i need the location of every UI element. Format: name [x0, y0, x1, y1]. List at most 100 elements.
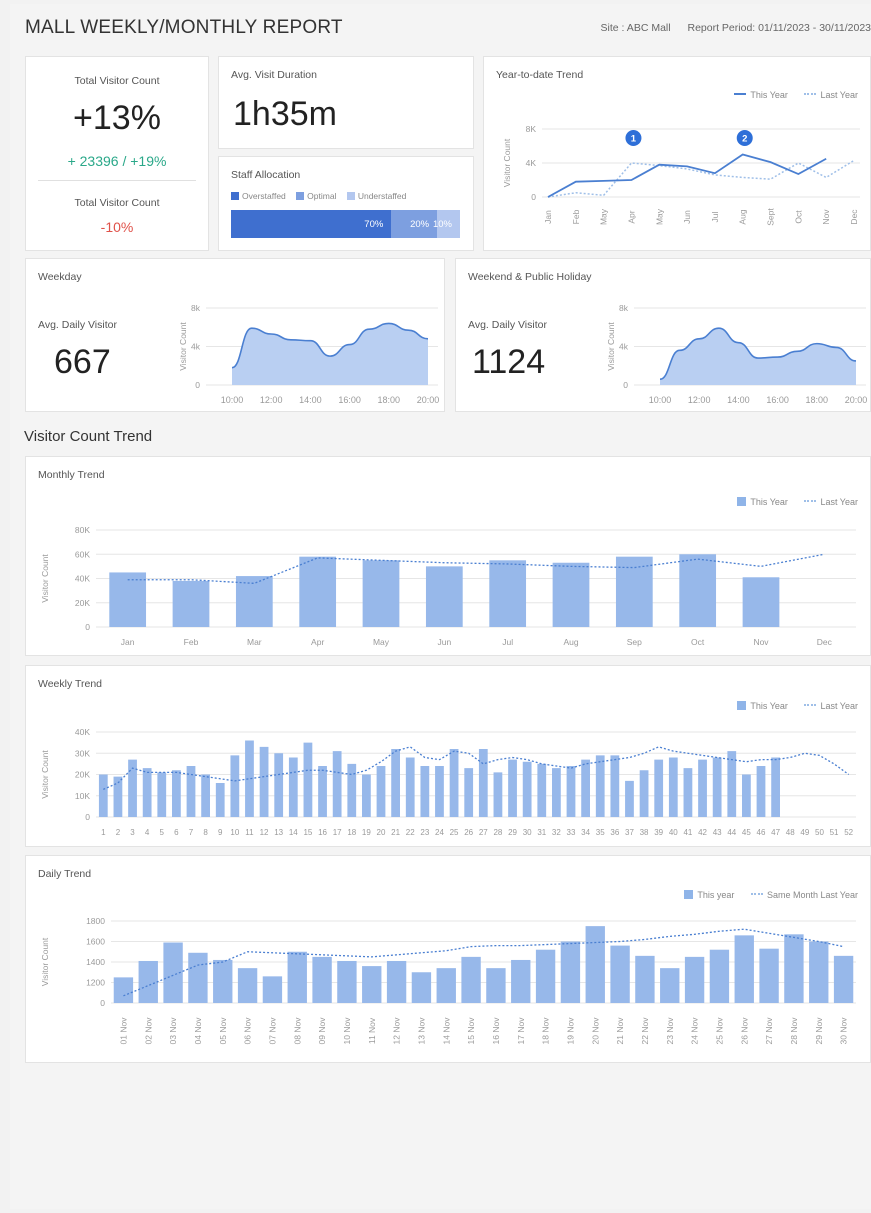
bar — [237, 968, 258, 1003]
x-tick-label: 21 Nov — [615, 1017, 625, 1045]
x-tick-label: 15 Nov — [466, 1017, 476, 1045]
x-tick-label: 30 — [523, 828, 532, 837]
x-tick-label: 15 — [303, 828, 312, 837]
y-tick-label: 0 — [531, 192, 536, 202]
divider — [38, 180, 196, 181]
bar — [411, 972, 432, 1003]
x-tick-label: 16:00 — [766, 395, 789, 405]
x-tick-label: 49 — [800, 828, 809, 837]
y-tick-label: 40K — [75, 727, 90, 737]
x-tick-label: 10:00 — [221, 395, 244, 405]
x-tick-label: 20 Nov — [590, 1017, 600, 1045]
bar — [560, 941, 581, 1003]
y-tick-label: 1400 — [86, 957, 105, 967]
x-tick-label: 29 Nov — [814, 1017, 824, 1045]
x-tick-label: 16:00 — [338, 395, 361, 405]
legend-overstaffed: Overstaffed — [242, 191, 286, 201]
x-tick-label: 14:00 — [727, 395, 750, 405]
x-tick-label: 27 — [479, 828, 488, 837]
bar — [756, 766, 766, 817]
x-tick-label: Sep — [627, 637, 642, 647]
staff-segment: 10% — [433, 210, 460, 238]
bar — [287, 951, 307, 1003]
bar — [759, 948, 779, 1003]
bar — [436, 968, 456, 1003]
kpi-visitor-label: Total Visitor Count — [74, 75, 160, 87]
x-tick-label: 33 — [567, 828, 576, 837]
report-period: Report Period: 01/11/2023 - 30/11/2023 — [687, 22, 871, 34]
bar — [215, 783, 225, 817]
bar — [449, 749, 459, 817]
x-tick-label: 12:00 — [688, 395, 711, 405]
x-tick-label: Aug — [738, 209, 748, 224]
y-tick-label: 60K — [75, 549, 90, 559]
y-tick-label: 0 — [100, 998, 105, 1008]
y-axis-label: Visitor Count — [40, 937, 50, 986]
bar — [742, 774, 751, 817]
bar — [784, 934, 804, 1003]
x-tick-label: 23 Nov — [665, 1017, 675, 1045]
x-tick-label: Feb — [184, 637, 199, 647]
x-tick-label: 16 — [318, 828, 327, 837]
y-axis-label: Visitor Count — [40, 750, 50, 799]
x-tick-label: 6 — [174, 828, 179, 837]
report-page: MALL WEEKLY/MONTHLY REPORT Site : ABC Ma… — [10, 4, 871, 1209]
bar — [511, 959, 531, 1003]
bar — [535, 949, 556, 1003]
x-tick-label: 22 — [406, 828, 415, 837]
x-tick-label: 18:00 — [378, 395, 401, 405]
x-tick-label: 11 — [245, 828, 254, 837]
x-tick-label: 11 Nov — [367, 1017, 377, 1044]
weekday-title: Weekday — [38, 271, 82, 283]
bar — [201, 774, 210, 817]
staff-legend: Overstaffed Optimal Understaffed — [231, 191, 406, 201]
bar — [235, 576, 273, 627]
bar — [610, 755, 620, 817]
bar — [362, 966, 382, 1003]
bar — [142, 768, 152, 817]
bar — [683, 768, 693, 817]
bar — [833, 955, 854, 1003]
x-tick-label: 12:00 — [260, 395, 283, 405]
area-fill — [232, 323, 428, 385]
x-tick-label: 03 Nov — [168, 1017, 178, 1045]
series-this-year — [547, 153, 827, 198]
x-tick-label: 51 — [830, 828, 839, 837]
x-tick-label: 7 — [189, 828, 194, 837]
staff-allocation-card: Staff Allocation Overstaffed Optimal Und… — [218, 156, 474, 251]
x-tick-label: 1 — [101, 828, 106, 837]
x-tick-label: 22 Nov — [640, 1017, 650, 1045]
y-tick-label: 20K — [75, 770, 90, 780]
x-tick-label: Feb — [571, 209, 581, 224]
x-tick-label: 3 — [130, 828, 135, 837]
bar — [679, 554, 717, 627]
bar — [742, 577, 780, 627]
bar — [615, 556, 653, 627]
y-tick-label: 0 — [85, 812, 90, 822]
y-tick-label: 0 — [623, 380, 628, 390]
bar — [386, 960, 407, 1003]
x-tick-label: 46 — [757, 828, 766, 837]
x-tick-label: 34 — [581, 828, 590, 837]
x-tick-label: 01 Nov — [118, 1017, 128, 1045]
bar — [376, 766, 386, 817]
x-tick-label: 12 Nov — [392, 1017, 402, 1045]
optimal-swatch — [296, 192, 305, 200]
x-tick-label: Nov — [821, 209, 831, 225]
bar — [362, 560, 400, 627]
y-tick-label: 10K — [75, 791, 90, 801]
bar — [508, 759, 517, 817]
x-tick-label: 21 — [391, 828, 400, 837]
bar — [581, 759, 590, 817]
bar — [464, 768, 474, 817]
x-tick-label: 13 Nov — [416, 1017, 426, 1045]
weekday-avg-value: 667 — [54, 343, 111, 381]
bar — [727, 751, 737, 817]
y-tick-label: 8k — [619, 303, 629, 313]
kpi-visitor-sub: + 23396 / +19% — [67, 153, 167, 169]
x-tick-label: 35 — [596, 828, 605, 837]
weekend-avg-label: Avg. Daily Visitor — [468, 319, 547, 331]
bar — [337, 960, 357, 1003]
bar — [303, 742, 313, 817]
legend-understaffed: Understaffed — [357, 191, 407, 201]
